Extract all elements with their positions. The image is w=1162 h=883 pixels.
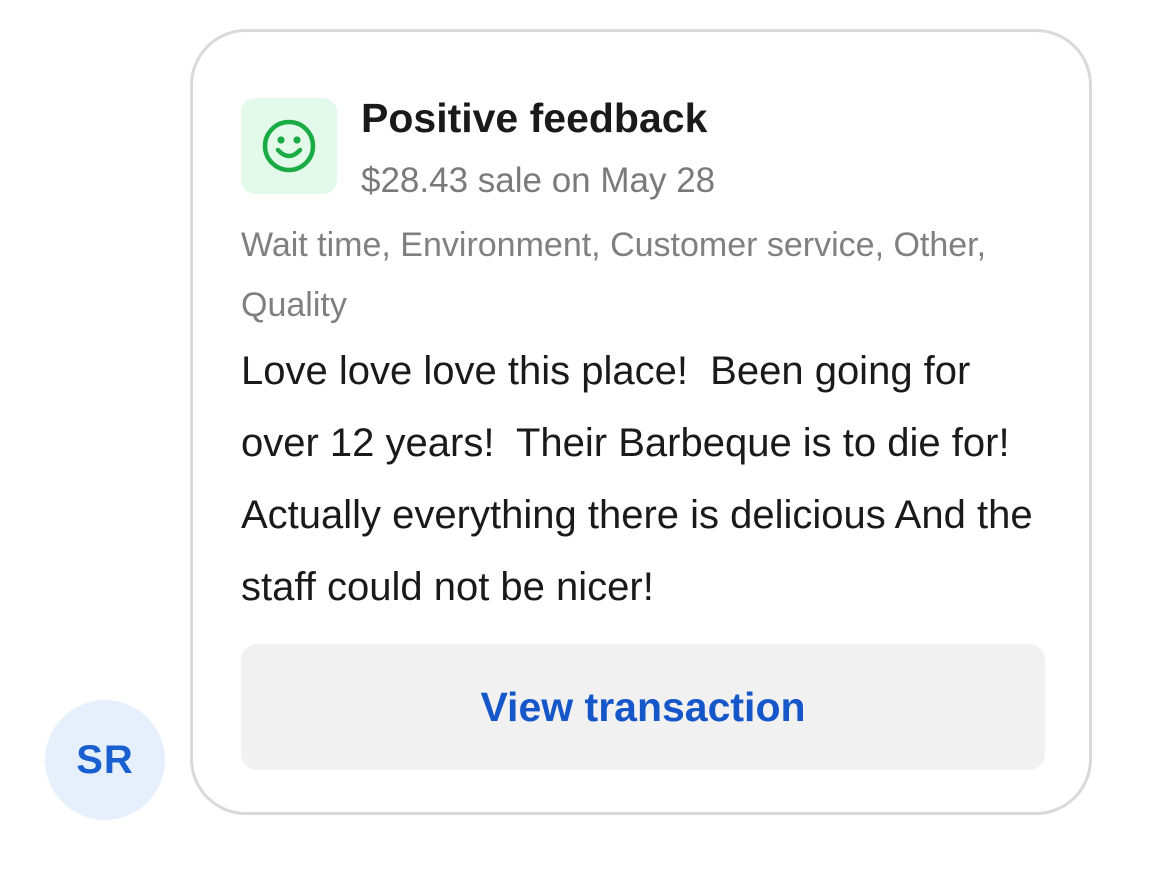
avatar[interactable]: SR <box>45 700 165 820</box>
feedback-thread: SR Positive feedback $28.43 sale on May … <box>0 0 1162 883</box>
sale-summary: $28.43 sale on May 28 <box>361 161 716 200</box>
feedback-icon-tile <box>241 98 337 194</box>
smiley-face-icon <box>262 119 316 173</box>
feedback-title: Positive feedback <box>361 95 708 141</box>
view-transaction-label: View transaction <box>480 683 806 730</box>
avatar-initials: SR <box>76 737 134 782</box>
feedback-card: Positive feedback $28.43 sale on May 28 … <box>190 29 1092 815</box>
view-transaction-button[interactable]: View transaction <box>241 644 1045 770</box>
review-text: Love love love this place! Been going fo… <box>241 349 1044 609</box>
feedback-tags: Wait time, Environment, Customer service… <box>241 226 987 324</box>
